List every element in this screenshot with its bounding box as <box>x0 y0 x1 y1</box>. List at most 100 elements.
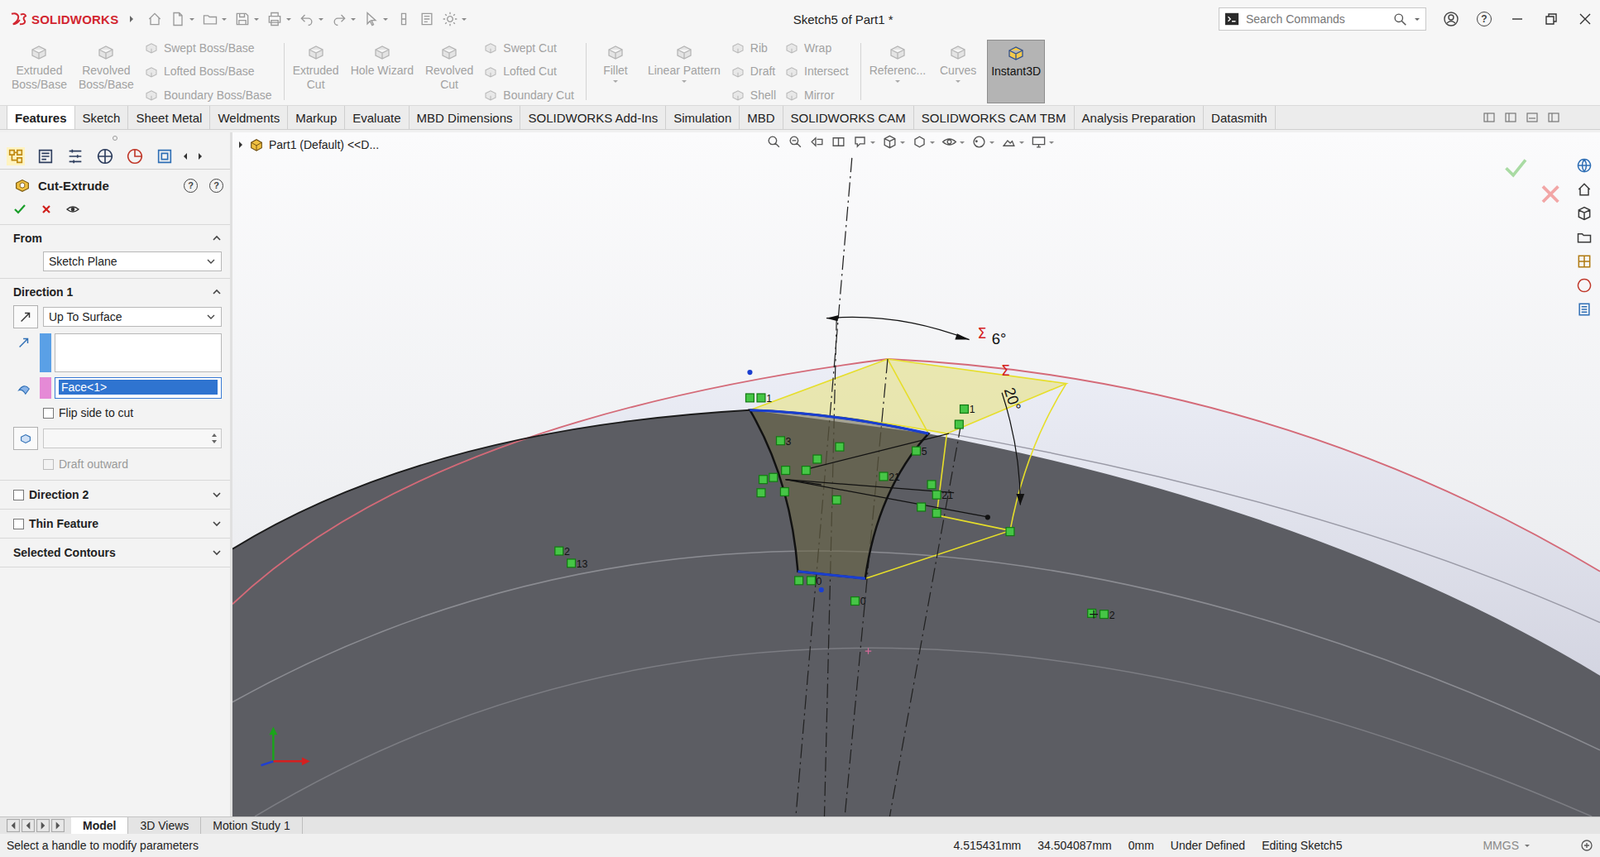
cam-manager-icon[interactable] <box>155 147 174 166</box>
dropdown-caret-icon[interactable] <box>680 77 688 85</box>
view-tool-button[interactable] <box>809 134 825 150</box>
model-tab[interactable]: Model <box>71 817 129 834</box>
design-library-icon[interactable] <box>1576 205 1593 222</box>
view-tool-button[interactable] <box>941 134 966 150</box>
relation-marker[interactable] <box>932 508 941 518</box>
relation-marker[interactable]: 13 <box>567 558 589 571</box>
ok-check-icon[interactable] <box>13 202 27 216</box>
ribbon-button[interactable]: ExtrudedBoss/Base <box>8 39 71 104</box>
relation-marker[interactable]: 5 <box>912 445 928 458</box>
relation-marker[interactable] <box>756 488 766 498</box>
model-tab[interactable]: Motion Study 1 <box>201 817 302 834</box>
help-button[interactable]: ? <box>1476 11 1492 27</box>
ribbon-button[interactable]: Hole Wizard <box>347 39 417 104</box>
ribbon-small-button[interactable]: Mirror <box>784 87 849 103</box>
relation-marker[interactable] <box>835 442 844 451</box>
quick-access-button[interactable] <box>146 10 163 28</box>
quick-access-button[interactable] <box>441 10 468 28</box>
model-tab[interactable]: 3D Views <box>128 817 202 834</box>
depth-button[interactable] <box>13 426 39 451</box>
quick-access-button[interactable] <box>234 10 260 28</box>
relation-marker[interactable]: 21 <box>932 489 954 502</box>
command-tab[interactable]: SOLIDWORKS CAM TBM <box>914 105 1075 130</box>
confirm-cancel-icon[interactable] <box>1542 186 1559 202</box>
custom-properties-icon[interactable] <box>1576 301 1593 318</box>
face-reference-item[interactable]: Face<1> <box>58 379 218 395</box>
tab-scroll-icon[interactable] <box>21 819 35 833</box>
close-icon[interactable] <box>1576 10 1594 28</box>
view-tool-button[interactable] <box>1030 134 1055 150</box>
reverse-direction-button[interactable] <box>13 305 39 329</box>
from-dropdown[interactable]: Sketch Plane <box>43 251 222 272</box>
relation-marker[interactable]: 0 <box>807 575 823 588</box>
ribbon-small-button[interactable]: Swept Boss/Base <box>143 40 273 56</box>
window-layout-icon[interactable] <box>1482 110 1496 125</box>
relation-marker[interactable] <box>917 502 926 512</box>
dimxpert-icon[interactable] <box>95 147 115 166</box>
relation-marker[interactable]: 21 <box>879 471 901 484</box>
unit-system-selector[interactable]: MMGS <box>1482 838 1531 853</box>
quick-access-button[interactable] <box>363 10 389 28</box>
ribbon-button[interactable]: ExtrudedCut <box>289 39 343 104</box>
ribbon-button[interactable]: Fillet <box>591 39 640 104</box>
command-tab[interactable]: MBD Dimensions <box>409 105 522 130</box>
relation-marker[interactable]: 1 <box>756 392 772 405</box>
end-condition-dropdown[interactable]: Up To Surface <box>43 306 222 327</box>
preview-eye-icon[interactable] <box>66 202 80 216</box>
command-tab[interactable]: SOLIDWORKS Add-Ins <box>520 105 666 130</box>
dropdown-caret-icon[interactable] <box>954 77 962 85</box>
cancel-x-icon[interactable] <box>39 202 53 216</box>
top-face[interactable] <box>232 410 1600 817</box>
relation-marker[interactable] <box>832 495 841 504</box>
quick-access-button[interactable] <box>298 10 325 28</box>
panel-handle-icon[interactable] <box>111 134 119 142</box>
scroll-right-icon[interactable] <box>196 151 204 162</box>
dropdown-caret-icon[interactable] <box>612 77 619 85</box>
ribbon-button[interactable]: RevolvedCut <box>421 39 477 104</box>
draft-outward-checkbox[interactable]: Draft outward <box>13 455 222 474</box>
ribbon-small-button[interactable]: Draft <box>730 64 777 80</box>
section-header[interactable]: From <box>13 229 222 247</box>
section-header[interactable]: Thin Feature <box>13 515 222 532</box>
window-layout-icon[interactable] <box>1525 110 1539 125</box>
ribbon-small-button[interactable]: Rib <box>730 40 777 56</box>
configuration-manager-icon[interactable] <box>66 147 85 166</box>
relation-marker[interactable] <box>780 488 789 497</box>
command-tab[interactable]: Features <box>6 105 76 130</box>
command-tab[interactable]: Weldments <box>210 105 288 130</box>
depth-field[interactable] <box>43 428 222 449</box>
quick-tips-icon[interactable] <box>1580 838 1594 853</box>
relation-marker[interactable]: 3 <box>776 435 791 448</box>
user-account-icon[interactable] <box>1442 10 1460 28</box>
relation-marker[interactable] <box>795 576 804 585</box>
minimize-icon[interactable] <box>1508 10 1526 28</box>
whats-wrong-button[interactable]: ? <box>183 178 198 193</box>
direction-reference-field[interactable] <box>54 333 222 373</box>
graphics-area[interactable]: Σ6°Σ20°13152121213002Part1 (Default) <<D… <box>232 132 1600 817</box>
relation-marker[interactable] <box>1087 608 1097 618</box>
tab-scroll-icon[interactable] <box>51 819 65 833</box>
scroll-left-icon[interactable] <box>182 151 189 162</box>
display-manager-icon[interactable] <box>125 147 144 166</box>
dropdown-caret-icon[interactable] <box>1413 15 1421 23</box>
face-reference-field[interactable]: Face<1> <box>54 377 222 399</box>
quick-access-button[interactable] <box>330 10 357 28</box>
ribbon-small-button[interactable]: Lofted Cut <box>483 64 575 80</box>
home-icon[interactable] <box>1576 181 1593 198</box>
quick-access-button[interactable] <box>266 10 293 28</box>
tab-scroll-icon[interactable] <box>36 819 50 833</box>
quick-access-button[interactable] <box>418 10 436 28</box>
feature-manager-icon[interactable] <box>6 147 25 166</box>
dimension-label[interactable]: Σ20° <box>1001 362 1026 413</box>
view-tool-button[interactable] <box>881 134 906 150</box>
relation-marker[interactable] <box>769 473 778 482</box>
dropdown-caret-icon[interactable] <box>894 77 901 85</box>
search-icon[interactable] <box>1393 12 1408 27</box>
ribbon-small-button[interactable]: Intersect <box>784 64 849 80</box>
resources-globe-icon[interactable] <box>1576 157 1593 174</box>
command-tab[interactable]: MBD <box>739 105 783 130</box>
ribbon-button[interactable]: Curves <box>934 39 983 104</box>
quick-access-button[interactable] <box>201 10 228 28</box>
command-tab[interactable]: Markup <box>287 105 345 130</box>
command-tab[interactable]: Simulation <box>665 105 740 130</box>
